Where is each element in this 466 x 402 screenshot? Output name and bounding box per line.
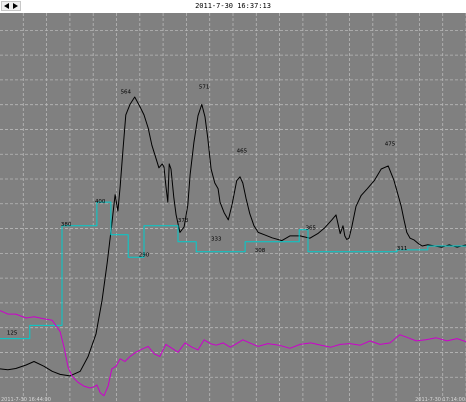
data-label: 564	[121, 90, 132, 96]
data-label: 400	[95, 199, 106, 205]
data-label: 465	[237, 148, 248, 154]
timestamp-label: 2011-7-30 16:37:13	[195, 2, 271, 10]
data-label: 311	[397, 246, 408, 252]
data-label: 308	[255, 248, 266, 254]
x-axis-end-label: 2011-7-30 17:14:00	[415, 397, 465, 402]
top-toolbar: 2011-7-30 16:37:13	[0, 0, 466, 14]
chart-canvas: 564 571 465 475 400 380 373 365 333 308 311 290 125 2…	[0, 13, 466, 402]
data-label: 380	[61, 222, 72, 228]
trend-chart: 564 571 465 475 400 380 373 365 333 308 311 290 125 2…	[0, 13, 466, 402]
data-label: 333	[211, 237, 222, 243]
data-label: 290	[139, 253, 150, 259]
trend-window: 2011-7-30 16:37:13 564 571 465 475 400 380 373…	[0, 0, 466, 402]
data-label: 125	[7, 330, 18, 336]
x-axis-start-label: 2011-7-30 16:44:00	[1, 397, 51, 402]
data-label: 373	[178, 218, 189, 224]
data-label: 365	[306, 226, 317, 232]
data-label: 571	[199, 84, 210, 90]
data-label: 475	[385, 142, 396, 148]
